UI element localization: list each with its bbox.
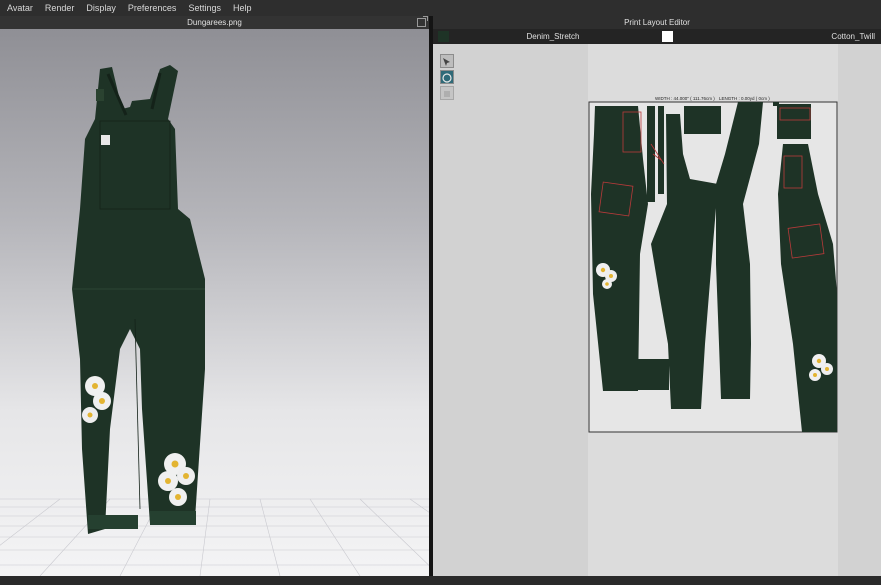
print-layout-title: Print Layout Editor	[624, 18, 690, 27]
fabric-swatch-cotton	[662, 31, 673, 42]
menu-help[interactable]: Help	[227, 3, 258, 13]
menu-display[interactable]: Display	[80, 3, 122, 13]
fabric-tab-cotton-twill[interactable]: Cotton_Twill	[657, 29, 881, 44]
3d-window-titlebar: Dungarees.png	[0, 16, 429, 29]
print-layout-titlebar: Print Layout Editor	[433, 16, 881, 29]
fabric-name-cotton: Cotton_Twill	[831, 32, 875, 41]
menu-avatar[interactable]: Avatar	[0, 3, 39, 13]
undock-icon[interactable]	[417, 16, 428, 27]
print-layout-canvas[interactable]: WIDTH : 44.000" ( 111.76cm ) LENGTH : 0.…	[433, 44, 881, 576]
menu-bar: Avatar Render Display Preferences Settin…	[0, 0, 881, 16]
fabric-tab-denim-stretch[interactable]: Denim_Stretch	[433, 29, 657, 44]
status-bar	[0, 576, 881, 585]
layout-width-label: WIDTH : 44.000" ( 111.76cm )	[655, 96, 715, 101]
3d-scene	[0, 65, 429, 576]
3d-window-title: Dungarees.png	[187, 18, 242, 27]
3d-viewport[interactable]	[0, 29, 429, 576]
print-layout-panel: Print Layout Editor Denim_Stretch Cotton…	[433, 16, 881, 576]
fabric-swatch-denim	[438, 31, 449, 42]
fabric-bar: Denim_Stretch Cotton_Twill	[433, 29, 881, 44]
floor-grid	[0, 498, 429, 576]
3d-view-panel: Dungarees.png	[0, 16, 429, 576]
fabric-name-denim: Denim_Stretch	[526, 32, 580, 41]
menu-render[interactable]: Render	[39, 3, 81, 13]
layout-length-label: LENGTH : 0.00yd ( 0cm )	[719, 96, 770, 101]
menu-preferences[interactable]: Preferences	[122, 3, 183, 13]
menu-settings[interactable]: Settings	[182, 3, 227, 13]
print-layout-sheet: WIDTH : 44.000" ( 111.76cm ) LENGTH : 0.…	[588, 44, 838, 576]
